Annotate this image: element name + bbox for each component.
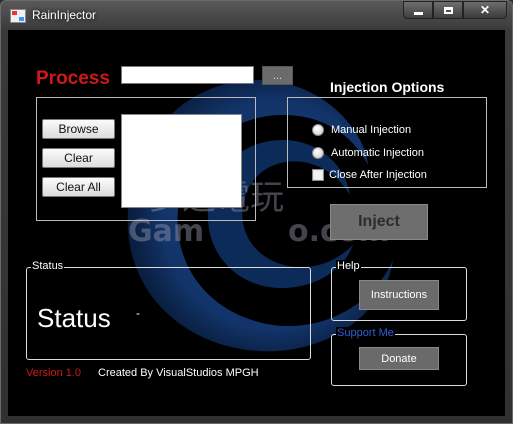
help-group: Help Instructions <box>331 260 467 321</box>
close-button[interactable]: ✕ <box>463 1 507 19</box>
process-input[interactable] <box>121 66 254 84</box>
app-icon <box>10 9 26 23</box>
help-legend: Help <box>336 260 361 272</box>
clear-all-button[interactable]: Clear All <box>42 177 115 197</box>
dll-listbox[interactable] <box>121 114 242 208</box>
version-label: Version 1.0 <box>26 367 82 379</box>
title-bar[interactable]: RainInjector ✕ <box>0 0 513 28</box>
manual-injection-radio[interactable] <box>312 124 324 136</box>
support-group: Support Me Donate <box>331 327 467 386</box>
window-title: RainInjector <box>32 8 97 22</box>
maximize-icon <box>443 6 453 14</box>
close-after-injection-checkbox[interactable] <box>312 169 324 181</box>
close-icon: ✕ <box>479 3 491 17</box>
status-legend: Status <box>31 260 65 272</box>
maximize-button[interactable] <box>433 1 463 19</box>
caption-buttons: ✕ <box>403 1 507 20</box>
minimize-icon <box>413 11 423 15</box>
client-area: 夢遊電玩 Gam o.com Process ... Browse Clear … <box>8 30 505 416</box>
clear-button[interactable]: Clear <box>42 148 115 168</box>
dll-group: Browse Clear Clear All <box>36 97 256 221</box>
injection-options-title: Injection Options <box>330 79 445 95</box>
close-after-injection-option[interactable]: Close After Injection <box>312 169 427 181</box>
credit-label: Created By VisualStudios MPGH <box>98 367 259 379</box>
manual-injection-label: Manual Injection <box>331 124 412 136</box>
automatic-injection-radio[interactable] <box>312 147 324 159</box>
inject-button[interactable]: Inject <box>330 204 428 240</box>
manual-injection-option[interactable]: Manual Injection <box>312 124 411 136</box>
close-after-injection-label: Close After Injection <box>329 169 427 181</box>
instructions-button[interactable]: Instructions <box>359 280 439 310</box>
status-detail: - <box>136 306 140 320</box>
process-label: Process <box>36 68 110 89</box>
automatic-injection-label: Automatic Injection <box>331 147 424 159</box>
automatic-injection-option[interactable]: Automatic Injection <box>312 147 424 159</box>
main-window: RainInjector ✕ Gam Process ... Browse Cl… <box>0 0 513 424</box>
browse-button[interactable]: Browse <box>42 119 115 139</box>
status-text: Status <box>37 303 111 333</box>
donate-button[interactable]: Donate <box>359 347 439 370</box>
minimize-button[interactable] <box>403 1 433 19</box>
process-browse-button[interactable]: ... <box>262 66 293 85</box>
support-legend: Support Me <box>336 327 395 339</box>
